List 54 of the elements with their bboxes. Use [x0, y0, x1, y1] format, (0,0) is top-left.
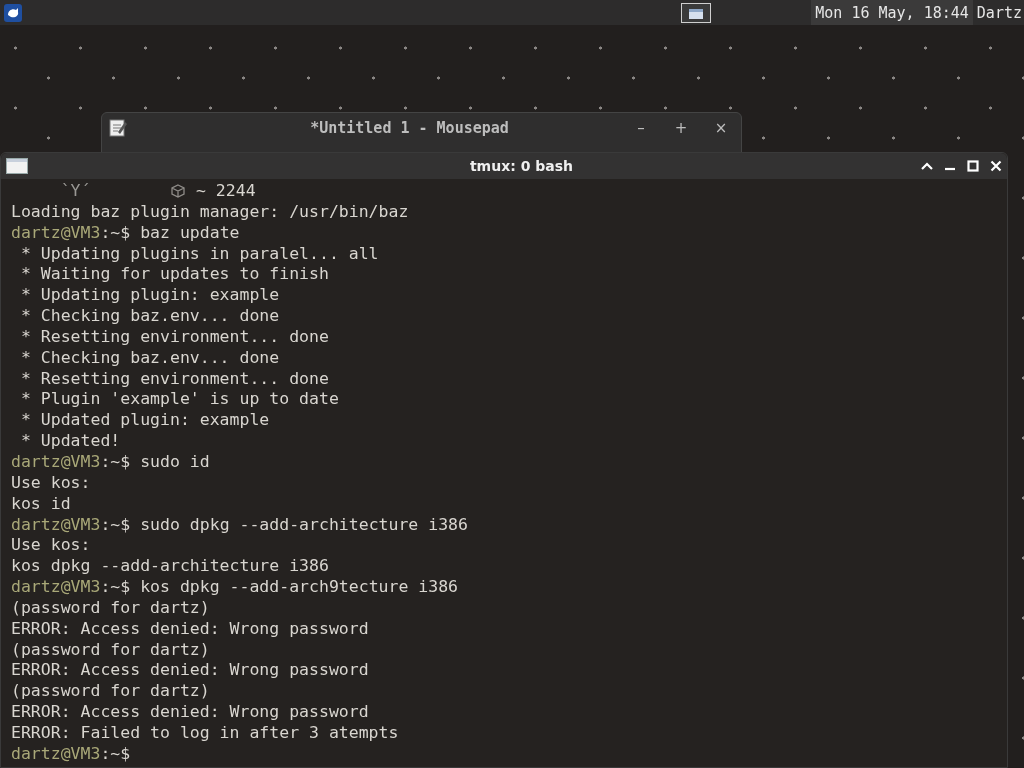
prompt-user: dartz@VM3 — [11, 451, 101, 473]
prompt-path: :~$ — [100, 514, 131, 536]
window-control-button[interactable]: – — [621, 119, 661, 137]
command-text: kos dpkg --add-arch9tecture i386 — [139, 577, 459, 598]
terminal-output: Use kos: — [11, 535, 91, 557]
terminal-output: ~ 2244 — [195, 181, 256, 202]
prompt-path: :~$ — [100, 451, 131, 473]
window-control-button[interactable]: + — [661, 119, 701, 137]
prompt-path: :~$ — [100, 222, 131, 244]
terminal-output: ERROR: Access denied: Wrong password — [11, 660, 369, 682]
terminal-output: * Plugin 'example' is up to date — [19, 389, 339, 411]
prompt-user: dartz@VM3 — [11, 743, 101, 765]
terminal-output: * Checking baz.env... done — [19, 306, 280, 327]
terminal-output: kos id — [11, 493, 71, 515]
terminal-output: * Waiting for updates to finish — [19, 264, 329, 286]
user-name[interactable]: Dartz — [972, 3, 1024, 22]
prompt-path: :~$ — [100, 577, 131, 598]
terminal-output: (password for dartz) — [11, 639, 210, 661]
window-title: *Untitled 1 - Mousepad — [309, 119, 510, 137]
command-text: baz update — [139, 222, 240, 244]
terminal-output: kos dpkg --add-architecture i386 — [11, 556, 329, 578]
prompt-user: dartz@VM3 — [11, 577, 101, 598]
terminal-output: * Resetting environment... done — [19, 368, 329, 390]
window-title: tmux: 0 bash — [468, 158, 575, 174]
app-menu-icon[interactable] — [4, 3, 22, 22]
terminal-output: * Checking baz.env... done — [19, 347, 280, 369]
window-icon — [681, 2, 712, 23]
clock[interactable]: Mon 16 May, 18:44 — [811, 0, 973, 25]
window-list-button[interactable] — [681, 2, 712, 23]
terminal-output: * Updating plugin: example — [19, 285, 280, 307]
terminal-output: * Updated! — [19, 431, 121, 452]
window-icon — [6, 158, 28, 174]
command-text: sudo dpkg --add-architecture i386 — [139, 514, 468, 536]
terminal-output: Use kos: — [11, 472, 91, 494]
terminal-output: * Updating plugins in paralel... all — [19, 243, 379, 265]
maximize-icon — [966, 160, 979, 172]
caret-up-icon — [919, 161, 934, 171]
terminal-output: (password for dartz) — [11, 681, 210, 703]
prompt-user: dartz@VM3 — [11, 514, 101, 536]
terminal-output: ERROR: Failed to log in after 3 atempts — [11, 722, 399, 744]
ascii-art: `Y´ — [59, 181, 92, 202]
prompt-path: :~$ — [100, 743, 131, 765]
window-control-button[interactable]: × — [701, 119, 741, 137]
terminal-output: Loading baz plugin manager: /usr/bin/baz — [11, 201, 409, 223]
terminal-output: * Updated plugin: example — [19, 410, 270, 432]
terminal-output: ERROR: Access denied: Wrong password — [11, 702, 369, 723]
prompt-user: dartz@VM3 — [11, 222, 101, 244]
close-icon — [989, 160, 1002, 172]
cube-icon — [169, 183, 186, 199]
terminal-output: (password for dartz) — [11, 597, 210, 619]
notepad-icon — [108, 118, 128, 138]
terminal-output: * Resetting environment... done — [19, 326, 329, 348]
command-text: sudo id — [139, 451, 210, 473]
terminal-output: ERROR: Access denied: Wrong password — [11, 618, 369, 640]
